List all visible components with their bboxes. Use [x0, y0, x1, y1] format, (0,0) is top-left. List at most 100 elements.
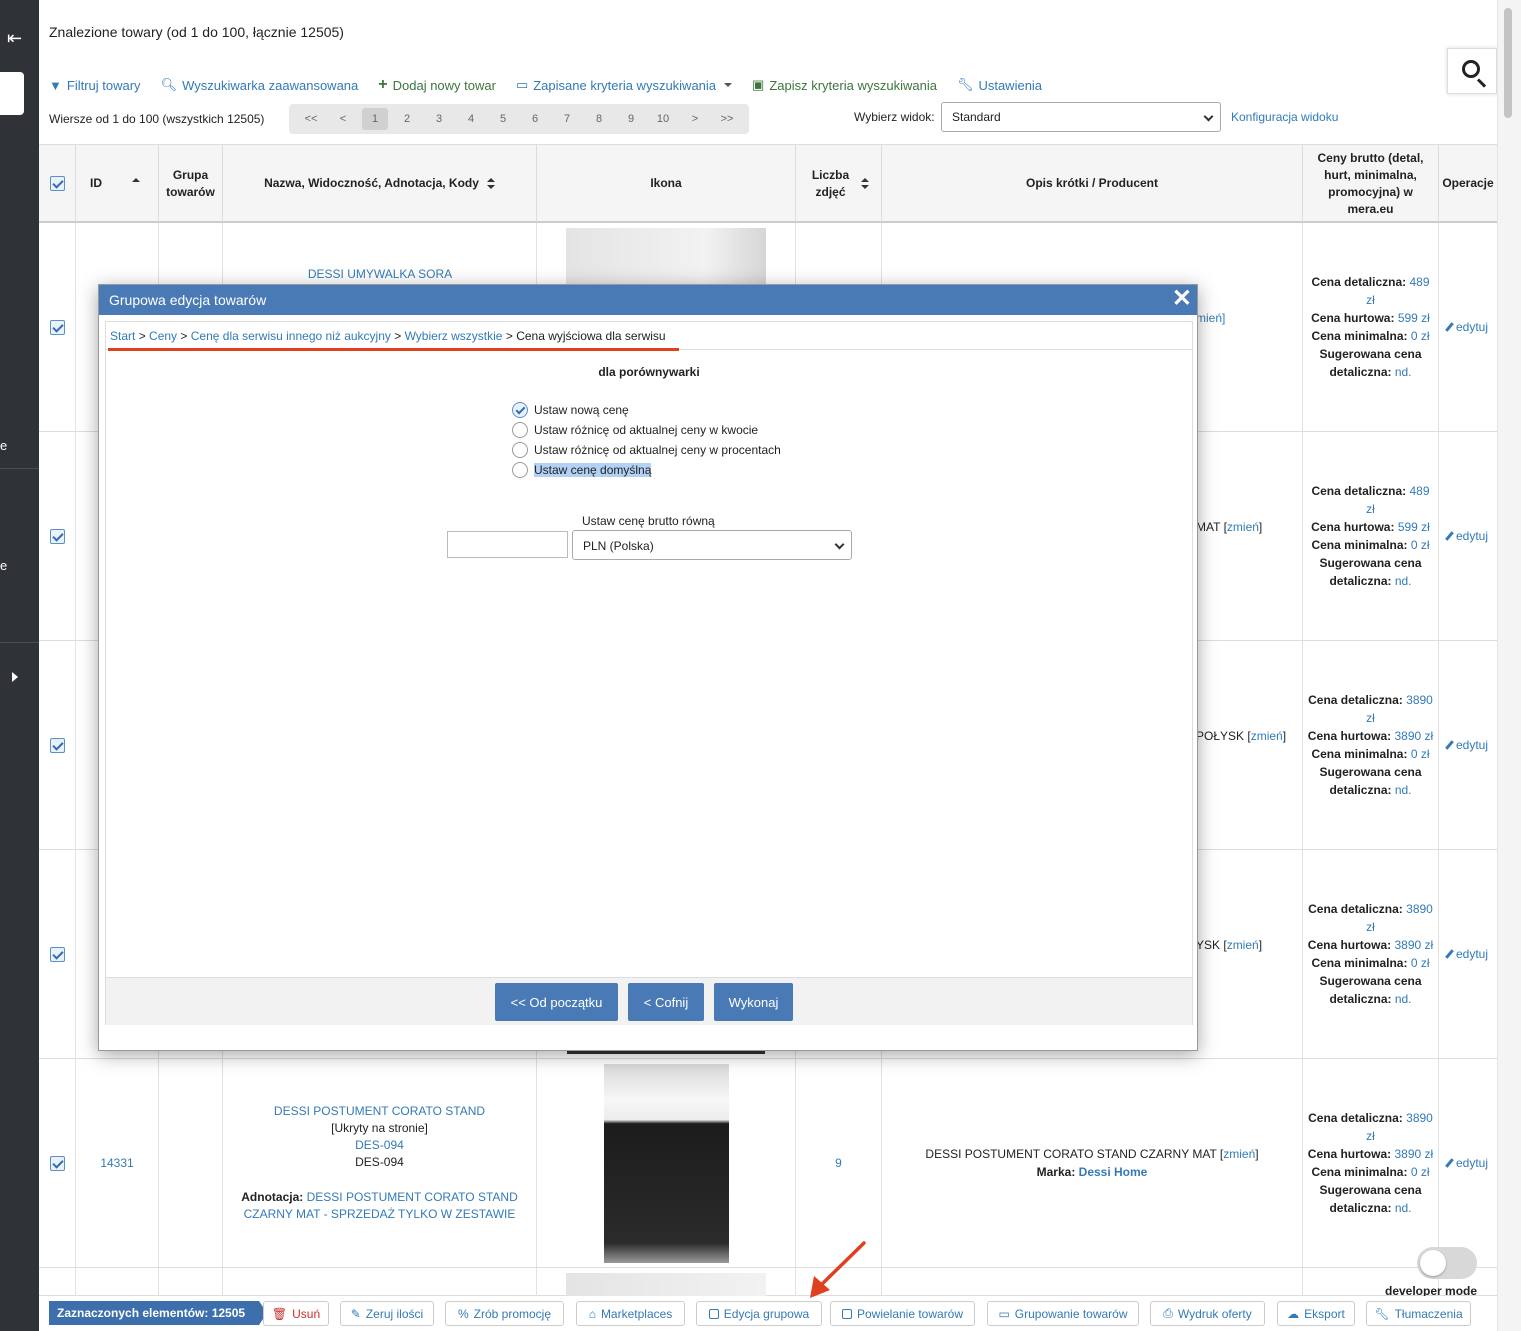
minimum-price-value[interactable]: 0 zł	[1411, 1165, 1430, 1179]
pager-page[interactable]: 3	[423, 108, 455, 130]
retail-price-unit[interactable]: zł	[1308, 709, 1433, 727]
radio[interactable]	[512, 422, 528, 438]
brand-link[interactable]: Dessi Home	[1079, 1165, 1148, 1179]
retail-price-value[interactable]: 3890	[1406, 902, 1433, 916]
expand-arrow-icon[interactable]	[12, 672, 18, 682]
product-code-link[interactable]: DES-094	[235, 1137, 525, 1154]
wholesale-price-value[interactable]: 3890 zł	[1394, 729, 1433, 743]
collapse-sidebar-icon[interactable]: ⇤	[7, 28, 22, 49]
minimum-price-value[interactable]: 0 zł	[1411, 538, 1430, 552]
change-link[interactable]: zmień	[1227, 520, 1259, 534]
retail-price-value[interactable]: 3890	[1406, 1111, 1433, 1125]
row-checkbox[interactable]	[49, 946, 65, 962]
col-name[interactable]: Nazwa, Widoczność, Adnotacja, Kody	[223, 145, 537, 222]
pager-page[interactable]: 4	[455, 108, 487, 130]
pager-page[interactable]: 10	[647, 108, 679, 130]
row-checkbox[interactable]	[49, 1155, 65, 1171]
price-input[interactable]	[447, 531, 568, 558]
edit-link[interactable]: edytuj	[1445, 1156, 1488, 1170]
radio[interactable]	[512, 442, 528, 458]
change-link[interactable]: zmień	[1251, 729, 1283, 743]
execute-button[interactable]: Wykonaj	[714, 983, 793, 1021]
marketplaces-button[interactable]: ⌂ Marketplaces	[576, 1301, 685, 1326]
pager-page[interactable]: 6	[519, 108, 551, 130]
breadcrumb-select-all[interactable]: Wybierz wszystkie	[405, 329, 503, 343]
add-product-button[interactable]: + Dodaj nowy towar	[378, 76, 496, 94]
minimum-price-value[interactable]: 0 zł	[1411, 747, 1430, 761]
suggested-price-value[interactable]: nd.	[1395, 574, 1412, 588]
saved-criteria-dropdown[interactable]: ▭ Zapisane kryteria wyszukiwania	[516, 76, 733, 94]
sidebar-search-box[interactable]	[0, 72, 24, 115]
group-products-button[interactable]: ▭ Grupowanie towarów	[987, 1301, 1139, 1326]
advanced-search-button[interactable]: 🔍︎ Wyszukiwarka zaawansowana	[161, 76, 359, 94]
view-select[interactable]: Standard	[941, 102, 1221, 132]
filter-button[interactable]: ▼ Filtruj towary	[49, 76, 141, 94]
option-default-price[interactable]: Ustaw cenę domyślną	[512, 460, 781, 480]
option-diff-amount[interactable]: Ustaw różnicę od aktualnej ceny w kwocie	[512, 420, 781, 440]
wholesale-price-value[interactable]: 3890 zł	[1394, 1147, 1433, 1161]
pager-page[interactable]: 5	[487, 108, 519, 130]
product-image[interactable]	[566, 228, 766, 286]
edit-link[interactable]: edytuj	[1445, 738, 1488, 752]
wholesale-price-value[interactable]: 3890 zł	[1394, 938, 1433, 952]
product-image[interactable]	[566, 1273, 766, 1296]
row-checkbox[interactable]	[49, 528, 65, 544]
close-icon[interactable]: ✕	[1172, 287, 1192, 311]
suggested-price-value[interactable]: nd.	[1395, 992, 1412, 1006]
vertical-scrollbar[interactable]	[1497, 0, 1521, 1331]
export-button[interactable]: ☁ Eksport	[1277, 1301, 1355, 1326]
wholesale-price-value[interactable]: 599 zł	[1398, 311, 1430, 325]
edit-link[interactable]: edytuj	[1445, 529, 1488, 543]
pager-page[interactable]: 7	[551, 108, 583, 130]
breadcrumb-prices[interactable]: Ceny	[149, 329, 177, 343]
radio[interactable]	[512, 462, 528, 478]
desc-change-tail[interactable]: mień]	[1196, 309, 1225, 327]
translations-button[interactable]: 🔧︎ Tłumaczenia	[1366, 1301, 1471, 1326]
settings-button[interactable]: 🔧︎ Ustawienia	[957, 76, 1042, 94]
pager-page[interactable]: 2	[391, 108, 423, 130]
print-offer-button[interactable]: ⎙ Wydruk oferty	[1150, 1301, 1265, 1326]
retail-price-value[interactable]: 489	[1410, 275, 1430, 289]
restart-button[interactable]: << Od początku	[495, 983, 618, 1021]
change-link[interactable]: zmień	[1223, 1147, 1255, 1161]
suggested-price-value[interactable]: nd.	[1395, 783, 1412, 797]
scrollbar-thumb[interactable]	[1504, 8, 1512, 118]
col-id[interactable]: ID	[76, 145, 159, 222]
pager-page[interactable]: 9	[615, 108, 647, 130]
row-checkbox[interactable]	[49, 737, 65, 753]
global-search-button[interactable]	[1447, 48, 1497, 94]
back-button[interactable]: < Cofnij	[628, 983, 704, 1021]
save-criteria-button[interactable]: ▣ Zapisz kryteria wyszukiwania	[752, 76, 937, 94]
retail-price-unit[interactable]: zł	[1311, 291, 1430, 309]
suggested-price-value[interactable]: nd.	[1395, 1201, 1412, 1215]
edit-link[interactable]: edytuj	[1445, 320, 1488, 334]
breadcrumb-start[interactable]: Start	[110, 329, 135, 343]
edit-link[interactable]: edytuj	[1445, 947, 1488, 961]
row-checkbox[interactable]	[49, 319, 65, 335]
developer-mode-toggle[interactable]	[1417, 1247, 1477, 1279]
select-all-checkbox[interactable]	[49, 176, 65, 191]
photos-count-link[interactable]: 9	[835, 1156, 842, 1170]
pager-first[interactable]: <<	[295, 108, 327, 130]
suggested-price-value[interactable]: nd.	[1395, 365, 1412, 379]
pager-last[interactable]: >>	[711, 108, 743, 130]
delete-button[interactable]: 🗑︎ Usuń	[263, 1301, 329, 1326]
change-link[interactable]: zmień	[1227, 938, 1259, 952]
retail-price-unit[interactable]: zł	[1308, 918, 1433, 936]
retail-price-value[interactable]: 3890	[1406, 693, 1433, 707]
zero-quantities-button[interactable]: ✎ Zeruj ilości	[340, 1301, 434, 1326]
view-config-link[interactable]: Konfiguracja widoku	[1231, 110, 1338, 124]
product-name-link[interactable]: DESSI POSTUMENT CORATO STAND	[235, 1103, 525, 1120]
product-id-link[interactable]: 14331	[100, 1156, 133, 1170]
product-name-link[interactable]: DESSI UMYWALKA SORA	[223, 267, 537, 281]
retail-price-unit[interactable]: zł	[1311, 500, 1430, 518]
make-promotion-button[interactable]: % Zrób promocję	[445, 1301, 564, 1326]
currency-select[interactable]: PLN (Polska)	[572, 530, 852, 560]
pager-next[interactable]: >	[679, 108, 711, 130]
col-photos[interactable]: Liczba zdjęć	[796, 145, 882, 222]
pager-page[interactable]: 1	[362, 108, 388, 130]
wholesale-price-value[interactable]: 599 zł	[1398, 520, 1430, 534]
radio-checked[interactable]	[512, 402, 528, 418]
option-diff-percent[interactable]: Ustaw różnicę od aktualnej ceny w procen…	[512, 440, 781, 460]
breadcrumb-other-service[interactable]: Cenę dla serwisu innego niż aukcyjny	[191, 329, 391, 343]
